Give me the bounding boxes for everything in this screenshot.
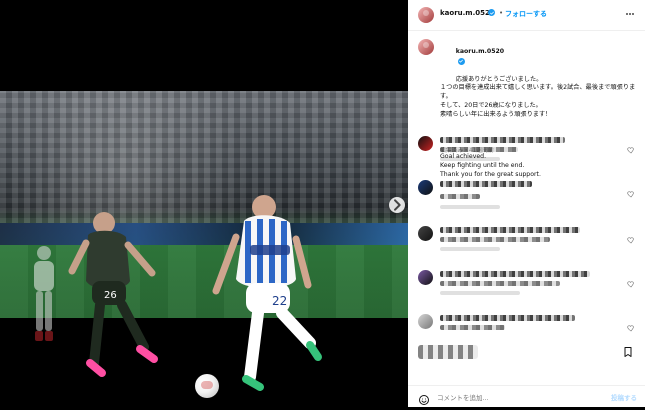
- comment-text: [440, 227, 580, 233]
- comment-avatar[interactable]: [418, 226, 433, 241]
- post-actions: [408, 342, 645, 364]
- caption-section: kaoru.m.0520 応援ありがとうございました。 １つの目標を達成出来て嬉…: [408, 31, 645, 178]
- separator-dot: •: [499, 9, 504, 17]
- comment-meta: [440, 291, 520, 295]
- comment-input[interactable]: [435, 390, 599, 406]
- heart-icon: [627, 281, 634, 288]
- like-comment-button[interactable]: [627, 273, 635, 288]
- save-post-button[interactable]: [621, 345, 635, 359]
- heart-icon: [627, 325, 634, 332]
- author-avatar[interactable]: [418, 7, 434, 23]
- like-comment-button[interactable]: [627, 229, 635, 244]
- more-options-button[interactable]: [623, 8, 637, 20]
- caption-verified-badge: [457, 57, 465, 65]
- comment-item[interactable]: [408, 174, 645, 212]
- heart-icon: [627, 237, 634, 244]
- chevron-right-icon: [394, 199, 401, 211]
- check-icon: [489, 11, 494, 14]
- more-horizontal-icon: [626, 13, 634, 15]
- comment-text: [440, 137, 565, 143]
- like-comment-button[interactable]: [627, 139, 635, 154]
- heart-icon: [627, 147, 634, 154]
- comment-item[interactable]: [408, 308, 645, 341]
- opponent-player: 26: [68, 212, 158, 377]
- action-icons[interactable]: [418, 345, 478, 359]
- comment-avatar[interactable]: [418, 180, 433, 195]
- check-icon: [459, 59, 464, 63]
- comment-item[interactable]: [408, 220, 645, 258]
- football: [195, 374, 219, 398]
- main-player: 22: [212, 195, 322, 391]
- crowd-background: [0, 91, 408, 223]
- caption-username[interactable]: kaoru.m.0520: [456, 48, 504, 55]
- comment-text: [440, 194, 480, 199]
- comment-text: [440, 325, 505, 330]
- comment-avatar[interactable]: [418, 136, 433, 151]
- comment-meta: [440, 205, 500, 209]
- next-image-button[interactable]: [389, 197, 405, 213]
- post-photo[interactable]: 26 22: [0, 91, 408, 398]
- bookmark-icon: [624, 347, 632, 357]
- emoji-button[interactable]: [418, 391, 430, 405]
- media-area: 26 22: [0, 0, 408, 407]
- comment-text: [440, 281, 560, 286]
- instagram-post-view: 26 22 kaoru.m.0520 • フォローする kaoru.m.0520…: [0, 0, 645, 407]
- comment-meta: [440, 247, 500, 251]
- follow-button[interactable]: フォローする: [505, 9, 547, 19]
- caption-japanese: 応援ありがとうございました。 １つの目標を達成出来て嬉しく思います。後2試合、最…: [440, 75, 636, 118]
- post-side-panel: kaoru.m.0520 • フォローする kaoru.m.0520 応援ありが…: [408, 0, 645, 407]
- comment-text: [440, 147, 518, 152]
- comment-text: [440, 237, 550, 242]
- comment-item[interactable]: [408, 264, 645, 302]
- post-header: kaoru.m.0520 • フォローする: [408, 0, 645, 31]
- comment-item[interactable]: [408, 130, 645, 168]
- add-comment-bar: 投稿する: [408, 385, 645, 408]
- like-comment-button[interactable]: [627, 183, 635, 198]
- like-comment-button[interactable]: [627, 317, 635, 332]
- emoji-icon: [419, 395, 429, 405]
- background-player: [34, 246, 54, 341]
- post-comment-button[interactable]: 投稿する: [611, 392, 637, 402]
- author-username[interactable]: kaoru.m.0520: [440, 9, 495, 17]
- comment-avatar[interactable]: [418, 314, 433, 329]
- heart-icon: [627, 191, 634, 198]
- caption-avatar[interactable]: [418, 39, 434, 55]
- comment-text: [440, 271, 590, 277]
- comment-text: [440, 315, 575, 321]
- svg-text:26: 26: [104, 290, 117, 301]
- svg-text:22: 22: [272, 294, 287, 308]
- comments-list[interactable]: [408, 126, 645, 341]
- verified-badge: [488, 9, 495, 16]
- comment-text: [440, 181, 532, 187]
- comment-meta: [440, 157, 500, 161]
- comment-avatar[interactable]: [418, 270, 433, 285]
